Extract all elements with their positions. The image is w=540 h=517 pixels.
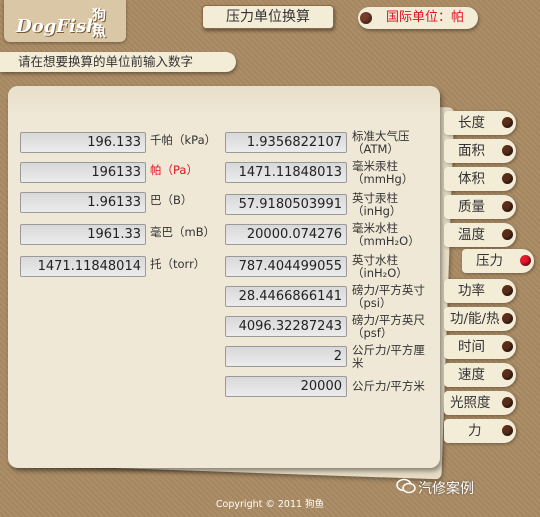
- psf-input[interactable]: 4096.32287243: [225, 316, 347, 337]
- bar-input[interactable]: 1.96133: [20, 192, 146, 213]
- kgf-m2-label: 公斤力/平方米: [352, 379, 425, 393]
- tab-time[interactable]: 时间: [444, 335, 516, 359]
- tab-knob-icon: [502, 145, 513, 156]
- psf-label: 磅力/平方英尺 （psf）: [352, 313, 425, 340]
- page-title: 压力单位换算: [202, 5, 334, 29]
- dogfish-logo: DogFish 狗魚: [4, 0, 126, 42]
- mmh2o-input[interactable]: 20000.074276: [225, 224, 347, 245]
- tab-illuminance[interactable]: 光照度: [444, 391, 516, 415]
- logo-cn-text: 狗魚: [92, 8, 106, 40]
- mbar-label: 毫巴（mB）: [150, 225, 216, 239]
- tab-knob-icon: [520, 255, 531, 266]
- tab-knob-icon: [502, 313, 513, 324]
- inhg-label: 英寸汞柱 （inHg）: [352, 191, 402, 218]
- kgf-m2-input[interactable]: 20000: [225, 376, 347, 397]
- kgf-cm2-input[interactable]: 2: [225, 346, 347, 367]
- pin-icon: [360, 12, 372, 24]
- atm-input[interactable]: 1.9356822107: [225, 132, 347, 153]
- kgf-cm2-label: 公斤力/平方厘米: [352, 343, 425, 370]
- tab-knob-icon: [502, 341, 513, 352]
- tab-knob-icon: [502, 285, 513, 296]
- converter-panel: 196.133 千帕（kPa） 196133 帕（Pa） 1.96133 巴（B…: [8, 86, 440, 468]
- tab-knob-icon: [502, 425, 513, 436]
- kpa-input[interactable]: 196.133: [20, 132, 146, 153]
- kpa-label: 千帕（kPa）: [150, 133, 217, 147]
- mbar-input[interactable]: 1961.33: [20, 224, 146, 245]
- tab-knob-icon: [502, 201, 513, 212]
- mmh2o-label: 毫米水柱 （mmH₂O）: [352, 221, 420, 248]
- footer-copyright: Copyright © 2011 狗鱼: [215, 499, 325, 510]
- tab-volume[interactable]: 体积: [444, 167, 516, 191]
- inh2o-label: 英寸水柱 （inH₂O）: [352, 253, 408, 280]
- torr-input[interactable]: 1471.11848014: [20, 256, 146, 277]
- tab-mass[interactable]: 质量: [444, 195, 516, 219]
- tab-work-energy-heat[interactable]: 功/能/热: [444, 307, 516, 331]
- tab-knob-icon: [502, 173, 513, 184]
- tab-knob-icon: [502, 117, 513, 128]
- atm-label: 标准大气压 （ATM）: [352, 129, 410, 156]
- tab-knob-icon: [502, 369, 513, 380]
- tab-force[interactable]: 力: [444, 419, 516, 443]
- paper-header: [8, 86, 440, 116]
- logo-text: DogFish: [16, 16, 100, 37]
- bar-label: 巴（B）: [150, 193, 193, 207]
- pa-input[interactable]: 196133: [20, 162, 146, 183]
- inhg-input[interactable]: 57.9180503991: [225, 194, 347, 215]
- tab-length[interactable]: 长度: [444, 111, 516, 135]
- tab-knob-icon: [502, 229, 513, 240]
- watermark-text: 汽修案例: [418, 481, 474, 497]
- instruction-banner: 请在想要换算的单位前输入数字: [0, 52, 236, 72]
- psi-input[interactable]: 28.4466866141: [225, 286, 347, 307]
- app-window: { "logo": {"en": "DogFish", "cn": "狗魚"},…: [0, 0, 540, 517]
- pa-label: 帕（Pa）: [150, 163, 198, 177]
- tab-speed[interactable]: 速度: [444, 363, 516, 387]
- tab-temperature[interactable]: 温度: [444, 223, 516, 247]
- si-unit-badge: 国际单位：帕: [358, 7, 478, 29]
- wechat-icon: [396, 478, 416, 494]
- top-bar: DogFish 狗魚 压力单位换算 国际单位：帕: [0, 0, 540, 50]
- inh2o-input[interactable]: 787.404499055: [225, 256, 347, 277]
- mmhg-label: 毫米汞柱 （mmHg）: [352, 159, 414, 186]
- tab-area[interactable]: 面积: [444, 139, 516, 163]
- tab-knob-icon: [502, 397, 513, 408]
- psi-label: 磅力/平方英寸 （psi）: [352, 283, 425, 310]
- mmhg-input[interactable]: 1471.11848013: [225, 162, 347, 183]
- tab-power[interactable]: 功率: [444, 279, 516, 303]
- torr-label: 托（torr）: [150, 257, 206, 271]
- tab-pressure[interactable]: 压力: [462, 249, 534, 273]
